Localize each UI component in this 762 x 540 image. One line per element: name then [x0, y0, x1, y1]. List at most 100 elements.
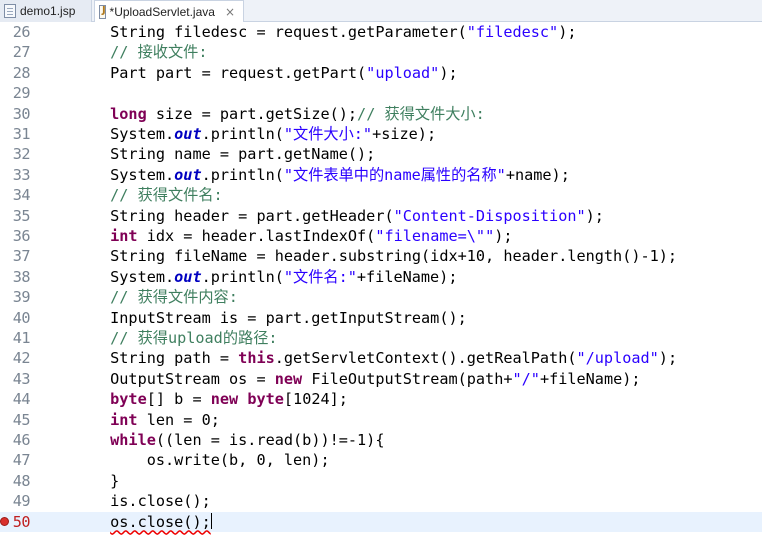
- code-token: idx = header.lastIndexOf(: [137, 227, 376, 245]
- jsp-file-icon: [4, 4, 16, 18]
- code-token: );: [658, 349, 678, 368]
- code-line[interactable]: 30 long size = part.getSize();// 获得文件大小:: [0, 104, 762, 124]
- code-text: OutputStream os = new FileOutputStream(p…: [37, 369, 640, 389]
- code-line[interactable]: 36 int idx = header.lastIndexOf("filenam…: [0, 226, 762, 246]
- code-token: .getServletContext().getRealPath(: [274, 349, 577, 368]
- line-number: 40: [12, 308, 31, 327]
- code-line[interactable]: 26 String filedesc = request.getParamete…: [0, 22, 762, 42]
- tab-uploadservlet-java[interactable]: *UploadServlet.java ×: [94, 0, 244, 22]
- code-line[interactable]: 45 int len = 0;: [0, 410, 762, 430]
- code-line[interactable]: 37 String fileName = header.substring(id…: [0, 246, 762, 266]
- code-text: while((len = is.read(b))!=-1){: [37, 430, 384, 450]
- code-text: String path = this.getServletContext().g…: [37, 348, 677, 368]
- code-text: String header = part.getHeader("Content-…: [37, 206, 604, 226]
- code-token: System.: [37, 125, 175, 143]
- code-token: os.close();: [110, 512, 211, 531]
- code-token: +fileName);: [356, 267, 458, 286]
- error-marker-icon[interactable]: [0, 516, 9, 526]
- code-token: [1024];: [283, 390, 348, 409]
- code-token: String name = part.getName();: [37, 145, 376, 164]
- code-line[interactable]: 33 System.out.println("文件表单中的name属性的名称"+…: [0, 165, 762, 185]
- code-token: String filedesc = request.getParameter(: [37, 23, 467, 41]
- code-token: String path =: [37, 349, 239, 368]
- code-text: Part part = request.getPart("upload");: [37, 63, 458, 83]
- code-token: // 获得文件大小:: [357, 104, 485, 123]
- line-number: 35: [12, 206, 31, 225]
- close-icon[interactable]: ×: [225, 5, 235, 19]
- code-token: InputStream is = part.getInputStream();: [37, 308, 467, 327]
- code-line[interactable]: 46 while((len = is.read(b))!=-1){: [0, 430, 762, 450]
- code-token: OutputStream os =: [37, 369, 275, 388]
- line-number: 42: [12, 349, 31, 368]
- code-line[interactable]: 42 String path = this.getServletContext(…: [0, 348, 762, 368]
- code-token: out: [174, 267, 202, 286]
- line-number: 37: [12, 247, 31, 266]
- code-text: }: [37, 471, 119, 491]
- code-text: os.close();: [37, 512, 212, 532]
- code-line[interactable]: 43 OutputStream os = new FileOutputStrea…: [0, 369, 762, 389]
- code-text: System.out.println("文件表单中的name属性的名称"+nam…: [37, 165, 570, 185]
- code-text: byte[] b = new byte[1024];: [37, 389, 348, 409]
- code-token: size = part.getSize();: [146, 104, 358, 123]
- code-token: String header = part.getHeader(: [37, 206, 394, 225]
- code-text: is.close();: [37, 491, 211, 511]
- line-number: 28: [12, 63, 31, 82]
- code-token: }: [37, 471, 120, 490]
- code-line[interactable]: 40 InputStream is = part.getInputStream(…: [0, 308, 762, 328]
- line-number: 45: [12, 410, 31, 429]
- line-number: 27: [12, 43, 31, 62]
- code-line[interactable]: 34 // 获得文件名:: [0, 185, 762, 205]
- code-text: // 获得文件内容:: [37, 287, 238, 307]
- code-token: // 获得文件名:: [37, 186, 223, 205]
- line-number: 41: [12, 329, 31, 347]
- line-number: 49: [12, 492, 31, 511]
- code-token: +size);: [372, 125, 437, 143]
- code-line[interactable]: 35 String header = part.getHeader("Conte…: [0, 206, 762, 226]
- code-line[interactable]: 31 System.out.println("文件大小:"+size);: [0, 124, 762, 144]
- code-token: "/": [512, 369, 540, 388]
- code-token: .println(: [201, 125, 284, 143]
- code-token: );: [439, 63, 458, 82]
- text-cursor: [210, 512, 212, 529]
- code-line[interactable]: 32 String name = part.getName();: [0, 144, 762, 164]
- code-token: this: [238, 349, 275, 368]
- code-line[interactable]: 29: [0, 83, 762, 103]
- line-number: 29: [12, 84, 31, 103]
- code-line[interactable]: 49 is.close();: [0, 491, 762, 511]
- code-line[interactable]: 50 os.close();: [0, 511, 762, 532]
- code-token: // 获得upload的路径:: [37, 329, 278, 347]
- code-line[interactable]: 27 // 接收文件:: [0, 42, 762, 62]
- code-text: System.out.println("文件大小:"+size);: [37, 124, 436, 144]
- code-text: os.write(b, 0, len);: [37, 450, 330, 470]
- line-number: 31: [12, 125, 31, 143]
- code-token: System.: [37, 165, 175, 184]
- tab-demo1-jsp[interactable]: demo1.jsp: [0, 0, 92, 22]
- code-line[interactable]: 47 os.write(b, 0, len);: [0, 450, 762, 470]
- code-token: "Content-Disposition": [393, 206, 586, 225]
- line-number: 47: [12, 451, 31, 470]
- code-token: +name);: [505, 165, 570, 184]
- code-line[interactable]: 44 byte[] b = new byte[1024];: [0, 389, 762, 409]
- line-number: 32: [12, 145, 31, 164]
- code-line[interactable]: 38 System.out.println("文件名:"+fileName);: [0, 267, 762, 287]
- code-token: );: [585, 206, 604, 225]
- code-token: .println(: [201, 267, 284, 286]
- code-token: ((len = is.read(b))!=-1){: [155, 431, 385, 449]
- line-number: 44: [12, 390, 31, 409]
- code-token: "filedesc": [466, 23, 559, 41]
- code-token: [] b =: [146, 390, 211, 409]
- tab-label: *UploadServlet.java: [109, 4, 215, 19]
- code-line[interactable]: 48 }: [0, 471, 762, 491]
- java-file-icon: [99, 4, 106, 19]
- code-line[interactable]: 39 // 获得文件内容:: [0, 287, 762, 307]
- code-token: System.: [37, 267, 175, 286]
- code-text: int idx = header.lastIndexOf("filename=\…: [37, 226, 512, 246]
- code-line[interactable]: 28 Part part = request.getPart("upload")…: [0, 63, 762, 83]
- code-editor[interactable]: 26 String filedesc = request.getParamete…: [0, 22, 762, 540]
- code-line[interactable]: 41 // 获得upload的路径:: [0, 328, 762, 348]
- code-token: "upload": [366, 63, 440, 82]
- code-token: );: [558, 23, 577, 41]
- code-token: out: [174, 165, 202, 184]
- code-token: "文件名:": [283, 267, 357, 286]
